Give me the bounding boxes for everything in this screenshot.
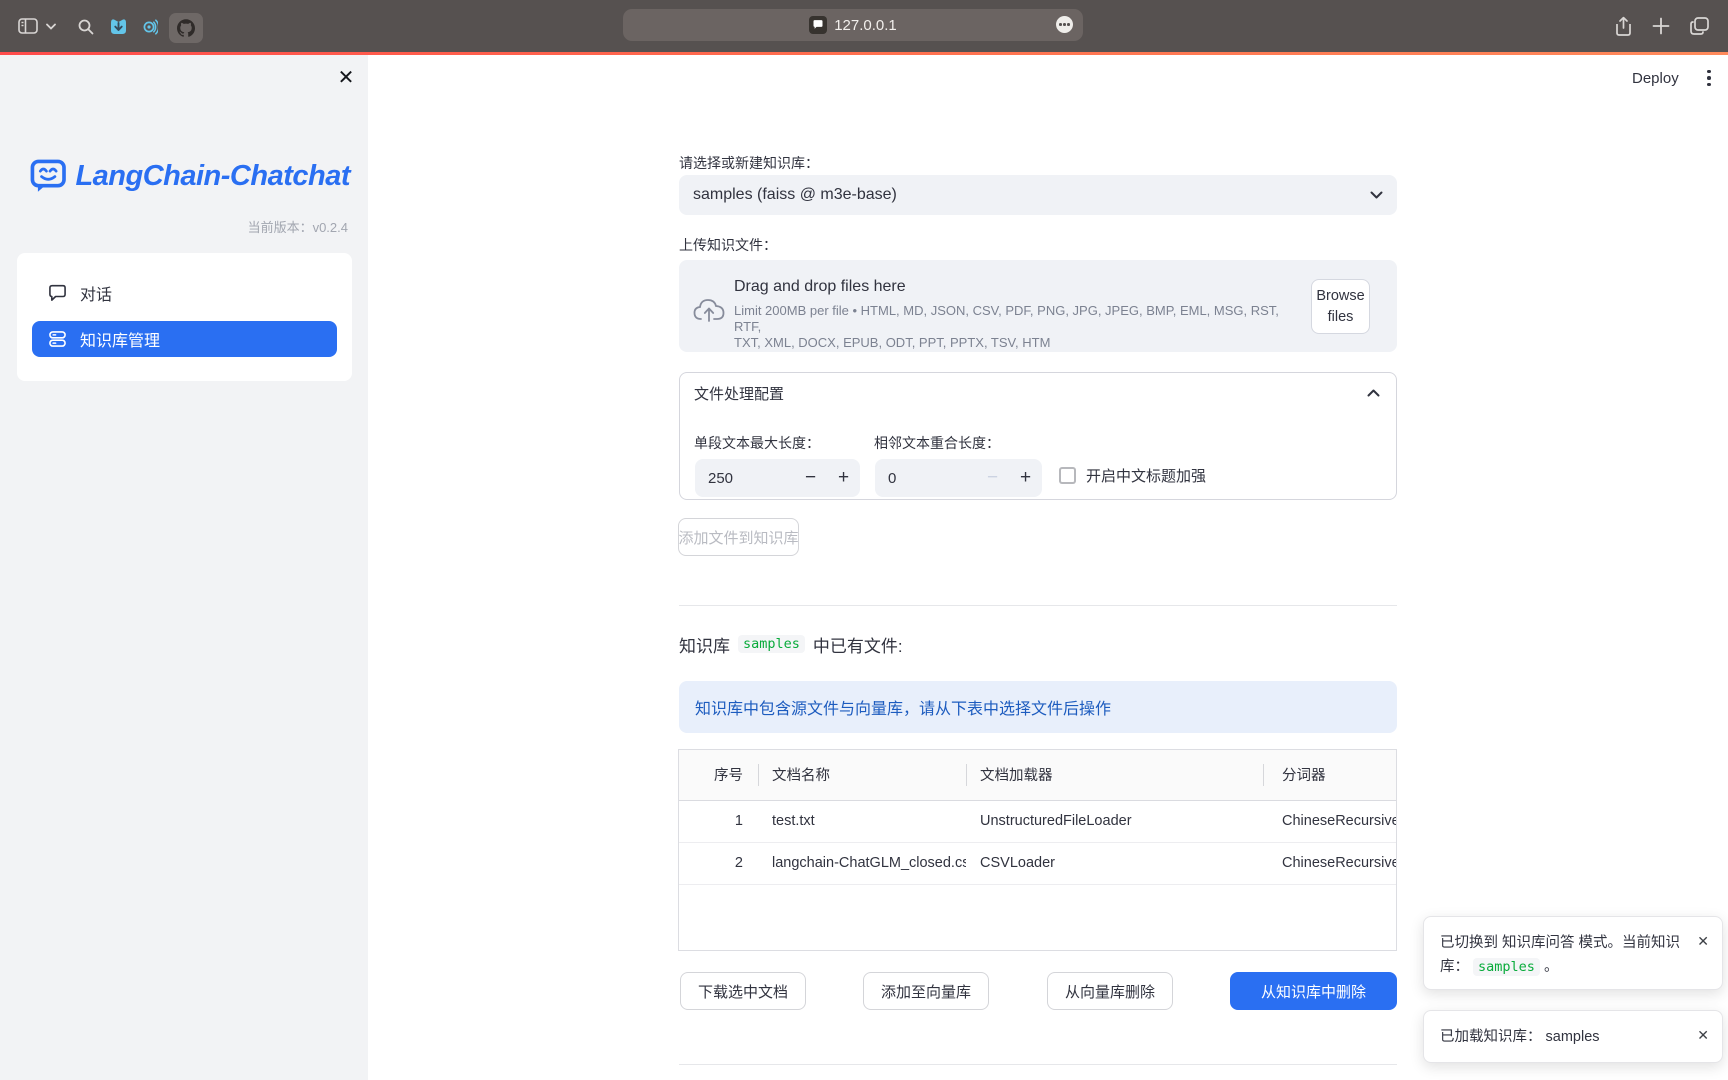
browse-files-button[interactable]: Browse files (1311, 279, 1370, 334)
delete-from-vector-store-button[interactable]: 从向量库删除 (1047, 972, 1173, 1010)
table-row[interactable]: 1 test.txt UnstructuredFileLoader Chines… (679, 800, 1397, 842)
chunk-size-input[interactable]: 250 − + (695, 459, 860, 497)
chevron-down-icon[interactable] (46, 23, 56, 30)
cloud-upload-icon (692, 296, 726, 322)
zh-title-enhance-checkbox[interactable] (1059, 467, 1076, 484)
add-to-vector-store-button[interactable]: 添加至向量库 (863, 972, 989, 1010)
logo-text: LangChain-Chatchat (75, 160, 350, 193)
sidebar-toggle-icon[interactable] (18, 18, 38, 34)
table-row[interactable]: 2 langchain-ChatGLM_closed.csv CSVLoader… (679, 842, 1397, 884)
kb-select-label: 请选择或新建知识库： (679, 153, 819, 173)
new-tab-icon[interactable] (1652, 17, 1670, 35)
pinned-tab-radar-icon[interactable] (140, 18, 158, 36)
file-dropzone[interactable]: Drag and drop files here Limit 200MB per… (679, 260, 1397, 352)
nav-item-label: 对话 (80, 281, 112, 305)
nav-item-label: 知识库管理 (80, 327, 160, 351)
toast-text: 已切换到 知识库问答 模式。当前知识 库： samples 。 (1440, 931, 1706, 979)
files-table: 序号 文档名称 文档加载器 分词器 1 test.txt Unstructure… (678, 749, 1397, 951)
toast-close-icon[interactable]: ✕ (1697, 1023, 1709, 1047)
chat-logo-icon (30, 158, 66, 194)
browser-toolbar: 127.0.0.1 (0, 0, 1728, 52)
nav-item-chat[interactable]: 对话 (32, 275, 337, 311)
extensions-icon[interactable] (1056, 16, 1073, 33)
overlap-minus-button[interactable]: − (976, 459, 1009, 497)
col-index[interactable]: 序号 (679, 750, 758, 800)
sidebar: ✕ LangChain-Chatchat 当前版本：v0.2.4 对话 知识库管… (0, 55, 368, 1080)
kb-select[interactable]: samples (faiss @ m3e-base) (679, 175, 1397, 215)
kb-name-code: samples (738, 635, 805, 653)
chunk-size-value[interactable]: 250 (695, 470, 794, 487)
chevron-down-icon (1370, 191, 1383, 199)
file-config-expander: 文件处理配置 单段文本最大长度： 相邻文本重合长度： 250 − + 0 − +… (679, 372, 1397, 500)
chunk-plus-button[interactable]: + (827, 459, 860, 497)
files-heading: 知识库 samples 中已有文件: (679, 631, 903, 657)
col-splitter[interactable]: 分词器 (1263, 750, 1397, 800)
expander-title: 文件处理配置 (694, 383, 784, 404)
overlap-input[interactable]: 0 − + (875, 459, 1042, 497)
nav-menu: 对话 知识库管理 (17, 253, 352, 381)
overlap-plus-button[interactable]: + (1009, 459, 1042, 497)
overlap-value[interactable]: 0 (875, 470, 976, 487)
expander-header[interactable]: 文件处理配置 (680, 373, 1396, 413)
delete-from-kb-button[interactable]: 从知识库中删除 (1230, 972, 1397, 1010)
app-logo: LangChain-Chatchat (30, 155, 350, 197)
chunk-minus-button[interactable]: − (794, 459, 827, 497)
upload-label: 上传知识文件： (679, 235, 777, 255)
toast-kb-loaded: ✕ 已加载知识库： samples (1423, 1010, 1723, 1063)
version-label: 当前版本：v0.2.4 (248, 217, 348, 236)
tab-overview-icon[interactable] (1689, 16, 1710, 36)
divider (679, 1064, 1397, 1065)
table-header-row: 序号 文档名称 文档加载器 分词器 (679, 750, 1397, 800)
deploy-button[interactable]: Deploy (1624, 63, 1687, 93)
download-selected-button[interactable]: 下载选中文档 (680, 972, 806, 1010)
url-text: 127.0.0.1 (834, 17, 897, 34)
overlap-label: 相邻文本重合长度： (874, 433, 1000, 453)
toast-close-icon[interactable]: ✕ (1697, 929, 1709, 953)
add-files-button[interactable]: 添加文件到知识库 (678, 518, 799, 556)
share-icon[interactable] (1614, 16, 1633, 37)
pinned-tab-download-icon[interactable] (109, 17, 128, 36)
info-alert: 知识库中包含源文件与向量库，请从下表中选择文件后操作 (679, 681, 1397, 733)
database-icon (48, 330, 67, 348)
active-tab[interactable] (169, 13, 203, 43)
dropzone-limit-text: Limit 200MB per file • HTML, MD, JSON, C… (734, 303, 1309, 351)
chunk-size-label: 单段文本最大长度： (694, 433, 820, 453)
search-icon[interactable] (78, 19, 94, 35)
chevron-up-icon (1367, 389, 1380, 397)
dropzone-title: Drag and drop files here (734, 278, 906, 296)
address-bar[interactable]: 127.0.0.1 (623, 9, 1083, 41)
col-loader[interactable]: 文档加载器 (966, 750, 1263, 800)
site-favicon (809, 16, 827, 34)
sidebar-close-icon[interactable]: ✕ (333, 65, 359, 91)
toast-text: 已加载知识库： samples (1440, 1025, 1706, 1049)
toast-mode-switched: ✕ 已切换到 知识库问答 模式。当前知识 库： samples 。 (1423, 916, 1723, 990)
app-menu-icon[interactable] (1694, 63, 1724, 93)
chat-bubble-icon (48, 284, 67, 302)
github-icon (177, 19, 195, 37)
nav-item-knowledge-base[interactable]: 知识库管理 (32, 321, 337, 357)
divider (679, 605, 1397, 606)
col-doc-name[interactable]: 文档名称 (758, 750, 966, 800)
kb-select-value: samples (faiss @ m3e-base) (693, 186, 897, 204)
zh-title-enhance-label: 开启中文标题加强 (1086, 465, 1206, 486)
kb-name-code: samples (1473, 958, 1540, 976)
